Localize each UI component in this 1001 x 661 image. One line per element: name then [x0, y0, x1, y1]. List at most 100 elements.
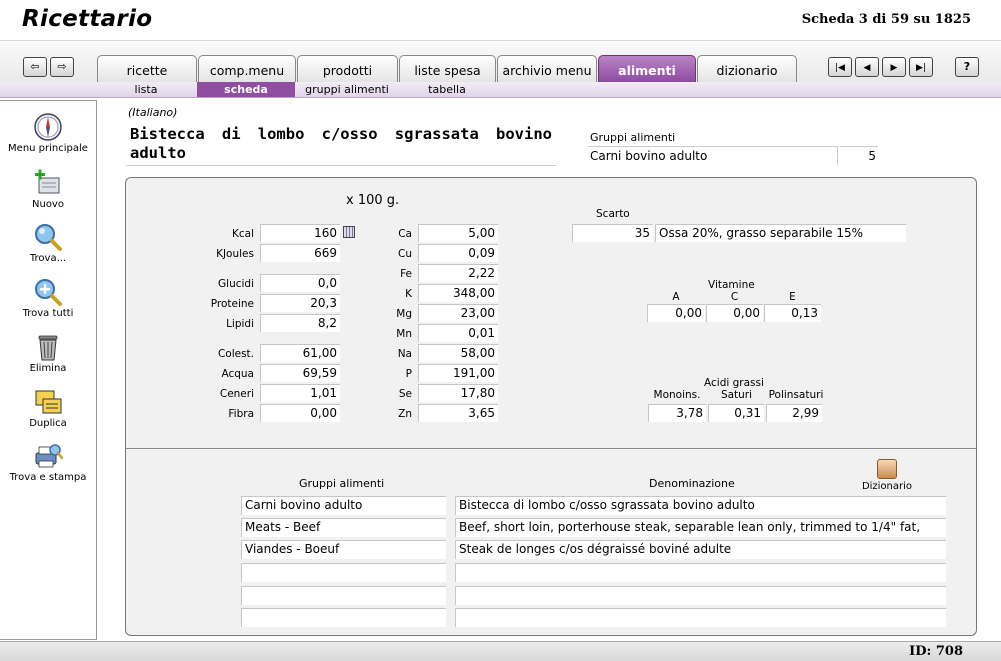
- translation-name-field[interactable]: [455, 586, 946, 605]
- glucidi-label: Glucidi: [218, 278, 254, 290]
- vitamin-a-label: A: [672, 291, 680, 303]
- translation-group-field[interactable]: Meats - Beef: [241, 518, 446, 537]
- proteine-field[interactable]: 20,3: [260, 294, 340, 312]
- footer: ID: 708: [0, 641, 1001, 661]
- fibra-field[interactable]: 0,00: [260, 404, 340, 422]
- duplicate-icon: [35, 390, 62, 414]
- translation-group-field[interactable]: Carni bovino adulto: [241, 496, 446, 515]
- cu-field[interactable]: 0,09: [418, 244, 498, 262]
- app-title: Ricettario: [22, 6, 153, 32]
- glucidi-field[interactable]: 0,0: [260, 274, 340, 292]
- tab-liste-spesa[interactable]: liste spesa: [399, 55, 496, 83]
- first-record-button[interactable]: |◀: [828, 57, 852, 77]
- dictionary-book-icon[interactable]: [877, 459, 897, 479]
- translation-name-field[interactable]: Bistecca di lombo c/osso sgrassata bovin…: [455, 496, 946, 515]
- se-label: Se: [398, 388, 412, 400]
- p-label: P: [405, 368, 412, 380]
- acqua-field[interactable]: 69,59: [260, 364, 340, 382]
- next-record-button[interactable]: ▶: [882, 57, 906, 77]
- acqua-label: Acqua: [221, 368, 254, 380]
- translation-group-field[interactable]: [241, 608, 446, 627]
- zn-field[interactable]: 3,65: [418, 404, 498, 422]
- p-field[interactable]: 191,00: [418, 364, 498, 382]
- tab-dizionario[interactable]: dizionario: [697, 55, 797, 83]
- kjoules-label: KJoules: [216, 248, 254, 260]
- na-label: Na: [397, 348, 412, 360]
- translation-name-field[interactable]: [455, 563, 946, 582]
- scarto-label: Scarto: [596, 208, 630, 220]
- language-label: (Italiano): [128, 106, 178, 119]
- translation-name-field[interactable]: [455, 608, 946, 627]
- subtab-scheda[interactable]: scheda: [197, 82, 295, 97]
- sidebar-item-duplica[interactable]: Duplica: [0, 387, 96, 429]
- previous-record-button[interactable]: ◀: [855, 57, 879, 77]
- na-field[interactable]: 58,00: [418, 344, 498, 362]
- subtab-gruppi-alimenti[interactable]: gruppi alimenti: [297, 82, 397, 97]
- colesterolo-label: Colest.: [217, 348, 254, 360]
- translation-group-field[interactable]: [241, 563, 446, 582]
- last-record-button[interactable]: ▶|: [909, 57, 933, 77]
- forward-button[interactable]: ⇨: [50, 57, 74, 77]
- sidebar-item-nuovo[interactable]: Nuovo: [0, 168, 96, 210]
- mn-field[interactable]: 0,01: [418, 324, 498, 342]
- nutrition-panel: x 100 g. Kcal 160 KJoules 669 Glucidi 0,…: [125, 177, 977, 636]
- se-field[interactable]: 17,80: [418, 384, 498, 402]
- mn-label: Mn: [396, 328, 412, 340]
- sidebar-item-menu-principale[interactable]: Menu principale: [0, 112, 96, 154]
- sidebar-item-trova-tutti[interactable]: Trova tutti: [0, 277, 96, 319]
- magnifier-plus-icon: [35, 279, 62, 306]
- tab-archivio-menu[interactable]: archivio menu: [497, 55, 597, 83]
- ceneri-field[interactable]: 1,01: [260, 384, 340, 402]
- vitamin-a-field[interactable]: 0,00: [647, 304, 705, 322]
- polinsaturi-field[interactable]: 2,99: [766, 404, 822, 422]
- back-button[interactable]: ⇦: [23, 57, 47, 77]
- food-group-label: Gruppi alimenti: [590, 131, 676, 144]
- last-icon: ▶|: [916, 63, 926, 73]
- tab-prodotti[interactable]: prodotti: [297, 55, 398, 83]
- food-name-field[interactable]: Bistecca di lombo c/osso sgrassata bovin…: [126, 122, 556, 166]
- trash-icon: [38, 335, 58, 361]
- calculator-icon[interactable]: [343, 226, 355, 238]
- food-group-code-field[interactable]: 5: [840, 146, 878, 165]
- record-counter: Scheda 3 di 59 su 1825: [801, 12, 971, 27]
- subtab-lista[interactable]: lista: [97, 82, 195, 97]
- scarto-field[interactable]: 35: [572, 224, 653, 242]
- tab-ricette[interactable]: ricette: [97, 55, 197, 83]
- k-field[interactable]: 348,00: [418, 284, 498, 302]
- vitamin-c-field[interactable]: 0,00: [706, 304, 763, 322]
- vitamin-e-label: E: [789, 291, 796, 303]
- kjoules-field[interactable]: 669: [260, 244, 340, 262]
- kcal-field[interactable]: 160: [260, 224, 340, 242]
- sidebar-item-trova-e-stampa[interactable]: Trova e stampa: [0, 441, 96, 483]
- vitamin-e-field[interactable]: 0,13: [764, 304, 821, 322]
- help-icon: ?: [963, 60, 971, 73]
- dictionary-button-label[interactable]: Dizionario: [857, 481, 917, 492]
- monoinsaturi-field[interactable]: 3,78: [648, 404, 706, 422]
- sidebar-item-elimina[interactable]: Elimina: [0, 332, 96, 374]
- translation-name-field[interactable]: Steak de longes c/os dégraissé boviné ad…: [455, 540, 946, 559]
- record-id: ID: 708: [909, 644, 963, 659]
- tab-alimenti[interactable]: alimenti: [598, 55, 696, 83]
- colesterolo-field[interactable]: 61,00: [260, 344, 340, 362]
- saturi-field[interactable]: 0,31: [708, 404, 764, 422]
- vitamine-label: Vitamine: [708, 279, 755, 291]
- zn-label: Zn: [398, 408, 412, 420]
- k-label: K: [405, 288, 412, 300]
- ca-field[interactable]: 5,00: [418, 224, 498, 242]
- help-button[interactable]: ?: [955, 57, 979, 77]
- fe-field[interactable]: 2,22: [418, 264, 498, 282]
- translation-name-field[interactable]: Beef, short loin, porterhouse steak, sep…: [455, 518, 946, 537]
- subtab-tabella[interactable]: tabella: [397, 82, 497, 97]
- app-header: Ricettario Scheda 3 di 59 su 1825: [0, 0, 1001, 40]
- lipidi-field[interactable]: 8,2: [260, 314, 340, 332]
- tab-comp-menu[interactable]: comp.menu: [198, 55, 296, 83]
- translation-group-field[interactable]: [241, 586, 446, 605]
- translation-group-field[interactable]: Viandes - Boeuf: [241, 540, 446, 559]
- acidi-grassi-label: Acidi grassi: [704, 377, 764, 389]
- food-group-field[interactable]: Carni bovino adulto: [588, 146, 838, 165]
- arrow-left-icon: ⇦: [30, 60, 40, 73]
- mg-field[interactable]: 23,00: [418, 304, 498, 322]
- sidebar-item-trova[interactable]: Trova...: [0, 222, 96, 264]
- magnifier-icon: [35, 224, 62, 251]
- scarto-note-field[interactable]: Ossa 20%, grasso separabile 15%: [655, 224, 906, 242]
